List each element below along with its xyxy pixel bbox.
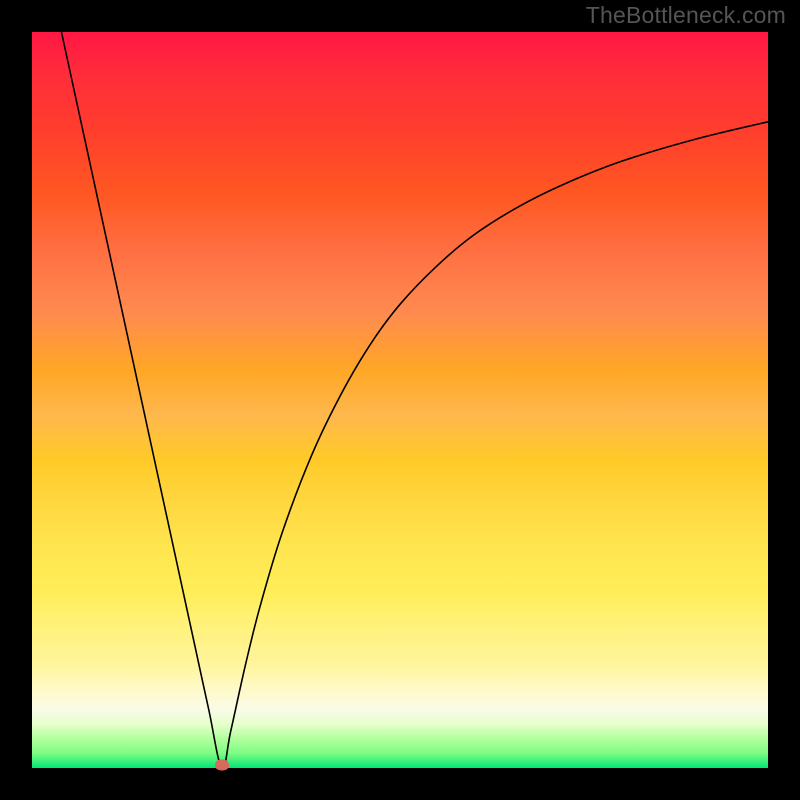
watermark-text: TheBottleneck.com bbox=[586, 2, 786, 29]
curve-svg bbox=[32, 32, 768, 768]
plot-area bbox=[32, 32, 768, 768]
bottleneck-curve bbox=[61, 32, 768, 768]
chart-frame: TheBottleneck.com bbox=[0, 0, 800, 800]
minimum-marker bbox=[215, 760, 229, 771]
